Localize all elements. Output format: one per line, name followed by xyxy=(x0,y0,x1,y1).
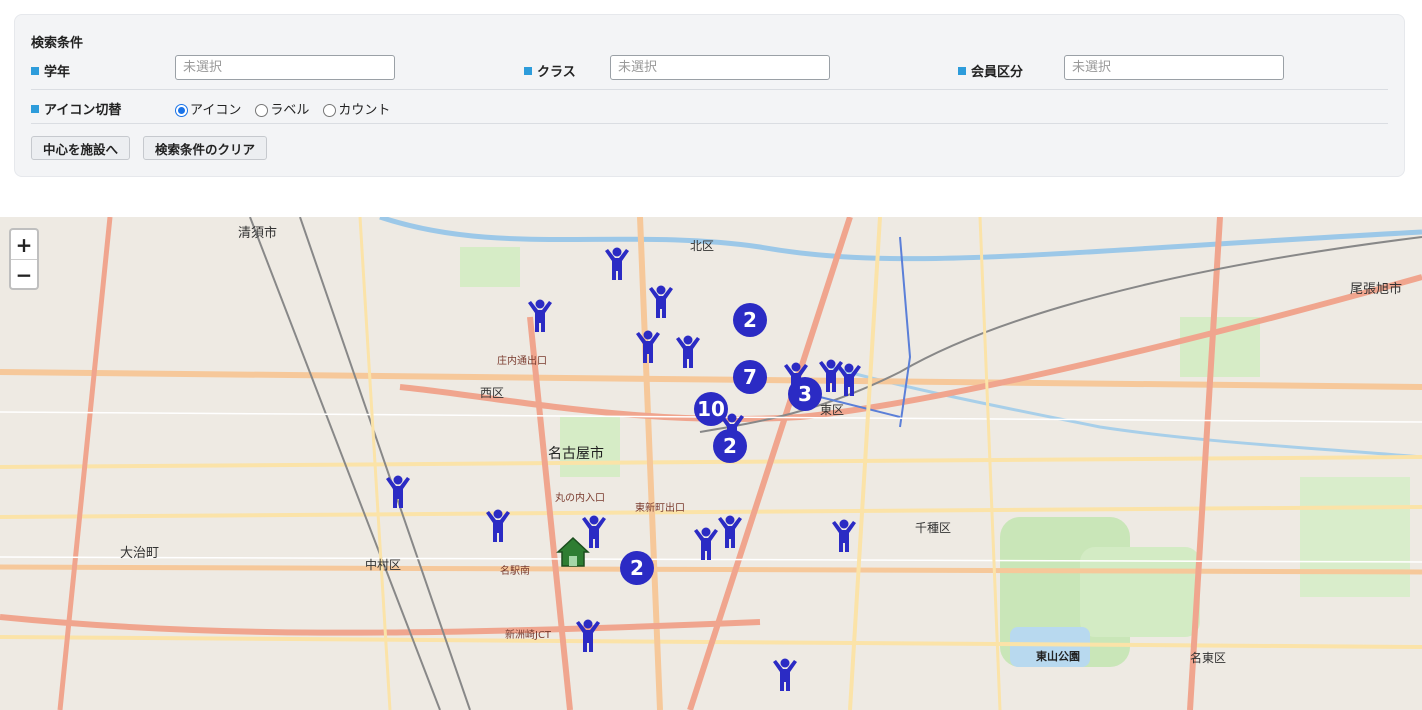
person-marker-icon[interactable] xyxy=(524,299,556,333)
cluster-marker[interactable]: 3 xyxy=(788,377,822,411)
person-marker-icon[interactable] xyxy=(769,658,801,692)
facility-home-icon[interactable] xyxy=(556,535,590,569)
radio-dot-icon[interactable] xyxy=(323,103,337,117)
person-marker-icon[interactable] xyxy=(833,363,865,397)
grade-select[interactable] xyxy=(175,55,395,80)
bullet-icon xyxy=(524,66,532,75)
radio-label[interactable]: ラベル xyxy=(255,99,309,118)
divider xyxy=(31,89,1388,90)
member-type-select[interactable] xyxy=(1064,55,1284,80)
zoom-control: + − xyxy=(9,228,39,290)
place-label-oharu: 大治町 xyxy=(120,546,159,561)
radio-dot-icon[interactable] xyxy=(175,103,188,117)
place-label-higashiyama: 東山公園 xyxy=(1036,649,1080,663)
place-label-meito: 名東区 xyxy=(1190,650,1226,665)
bullet-icon xyxy=(958,66,966,75)
person-marker-icon[interactable] xyxy=(632,330,664,364)
class-select[interactable] xyxy=(610,55,830,80)
member-type-label: 会員区分 xyxy=(958,61,1023,80)
radio-count[interactable]: カウント xyxy=(323,99,390,118)
person-marker-icon[interactable] xyxy=(645,285,677,319)
class-label: クラス xyxy=(524,61,576,80)
place-label-nishi: 西区 xyxy=(480,386,504,400)
person-marker-icon[interactable] xyxy=(572,619,604,653)
person-marker-icon[interactable] xyxy=(690,527,722,561)
grade-label: 学年 xyxy=(31,61,70,80)
search-panel-title: 検索条件 xyxy=(31,36,84,51)
road-label-marunouchi: 丸の内入口 xyxy=(555,491,605,504)
cluster-marker[interactable]: 2 xyxy=(733,303,767,337)
radio-icon[interactable]: アイコン xyxy=(175,99,241,118)
radio-dot-icon[interactable] xyxy=(255,103,269,117)
divider xyxy=(31,123,1388,124)
road-label-shonai: 庄内通出口 xyxy=(497,354,547,367)
cluster-marker[interactable]: 7 xyxy=(733,360,767,394)
place-label-owariasahi: 尾張旭市 xyxy=(1350,281,1402,297)
place-label-kiyosu: 清須市 xyxy=(238,225,277,241)
place-label-chikusa: 千種区 xyxy=(915,521,951,535)
bullet-icon xyxy=(31,104,39,113)
person-marker-icon[interactable] xyxy=(828,519,860,553)
place-label-kita: 北区 xyxy=(690,239,714,253)
cluster-marker[interactable]: 2 xyxy=(620,551,654,585)
zoom-in-button[interactable]: + xyxy=(11,230,37,260)
clear-search-button[interactable]: 検索条件のクリア xyxy=(143,136,268,160)
person-marker-icon[interactable] xyxy=(382,475,414,509)
person-marker-icon[interactable] xyxy=(482,509,514,543)
icon-switch-label: アイコン切替 xyxy=(31,99,121,118)
road-label-meieki: 名駅南 xyxy=(500,564,530,577)
place-label-nagoya: 名古屋市 xyxy=(548,445,604,462)
cluster-marker[interactable]: 2 xyxy=(713,429,747,463)
road-label-ushijima: 東新町出口 xyxy=(635,501,685,514)
map-view[interactable]: 清須市 北区 尾張旭市 西区 名古屋市 東区 中村区 千種区 大治町 東山公園 … xyxy=(0,217,1422,710)
place-label-nakamura: 中村区 xyxy=(365,557,401,572)
center-to-facility-button[interactable]: 中心を施設へ xyxy=(31,136,131,160)
cluster-marker[interactable]: 10 xyxy=(694,392,728,426)
icon-switch-radio-group: アイコン ラベル カウント xyxy=(175,99,390,118)
person-marker-icon[interactable] xyxy=(672,335,704,369)
search-panel: 検索条件 学年 クラス 会員区分 アイコン切替 アイコン ラベル カウント 中心… xyxy=(14,14,1405,177)
place-label-higashi: 東区 xyxy=(820,403,844,417)
bullet-icon xyxy=(31,66,39,75)
zoom-out-button[interactable]: − xyxy=(11,260,37,289)
road-label-shinmachi: 新洲崎JCT xyxy=(505,628,552,641)
map-tiles: 清須市 北区 尾張旭市 西区 名古屋市 東区 中村区 千種区 大治町 東山公園 … xyxy=(0,217,1422,710)
person-marker-icon[interactable] xyxy=(601,247,633,281)
